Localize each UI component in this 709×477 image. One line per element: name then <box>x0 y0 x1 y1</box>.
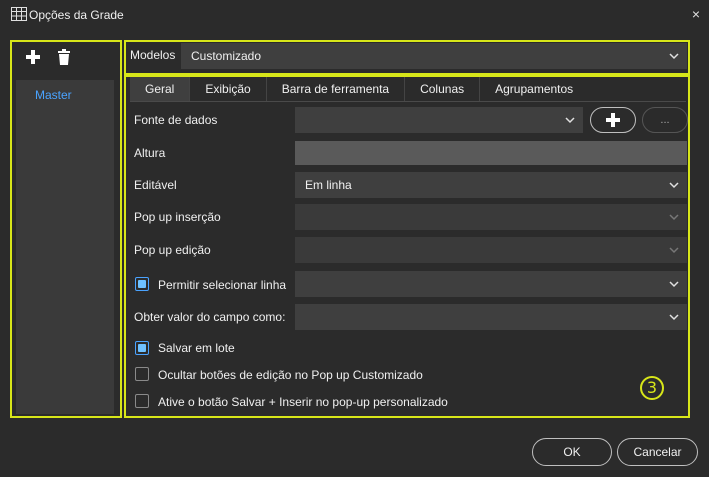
models-label: Modelos <box>130 48 176 62</box>
editable-select[interactable]: Em linha <box>295 172 687 198</box>
editable-value: Em linha <box>305 178 352 192</box>
trash-icon[interactable] <box>55 48 73 66</box>
models-select[interactable]: Customizado <box>181 43 687 69</box>
save-batch-label: Salvar em lote <box>158 341 235 355</box>
more-options-button[interactable]: ... <box>642 107 688 133</box>
chevron-down-icon <box>669 314 679 321</box>
popup-insert-select[interactable] <box>295 204 687 230</box>
chevron-down-icon <box>669 182 679 189</box>
grid-list-panel: Master <box>16 80 114 414</box>
popup-edit-label: Pop up edição <box>134 243 211 257</box>
data-source-label: Fonte de dados <box>134 113 218 127</box>
select-row-label: Permitir selecionar linha <box>158 278 287 292</box>
height-label: Altura <box>134 146 166 160</box>
plus-icon[interactable] <box>24 48 42 66</box>
tab-colunas[interactable]: Colunas <box>405 77 481 101</box>
list-item-master[interactable]: Master <box>35 88 72 102</box>
select-row-checkbox[interactable] <box>135 277 149 291</box>
models-value: Customizado <box>191 49 262 63</box>
height-input[interactable] <box>295 141 687 165</box>
plus-icon <box>606 113 620 127</box>
tab-divider <box>130 101 686 102</box>
field-value-label: Obter valor do campo como: <box>134 310 286 324</box>
annotation-marker-3: 3 <box>640 376 664 400</box>
window-title: Opções da Grade <box>29 8 124 22</box>
editable-label: Editável <box>134 178 177 192</box>
cancel-button[interactable]: Cancelar <box>617 438 698 466</box>
hide-edit-buttons-checkbox[interactable] <box>135 367 149 381</box>
tab-exibicao[interactable]: Exibição <box>190 77 267 101</box>
close-icon[interactable]: × <box>692 6 700 22</box>
chevron-down-icon <box>565 117 575 124</box>
chevron-down-icon <box>669 53 679 60</box>
chevron-down-icon <box>669 214 679 221</box>
grid-icon <box>11 7 27 21</box>
ok-button[interactable]: OK <box>532 438 612 466</box>
popup-edit-select[interactable] <box>295 237 687 263</box>
tab-bar: Geral Exibição Barra de ferramenta Colun… <box>130 77 588 101</box>
tab-agrupamentos[interactable]: Agrupamentos <box>480 77 588 101</box>
popup-insert-label: Pop up inserção <box>134 210 221 224</box>
field-value-select[interactable] <box>295 304 687 330</box>
chevron-down-icon <box>669 281 679 288</box>
title-bar: Opções da Grade × <box>0 0 709 30</box>
save-insert-label: Ative o botão Salvar + Inserir no pop-up… <box>158 395 448 409</box>
data-source-select[interactable] <box>295 107 583 133</box>
save-insert-checkbox[interactable] <box>135 394 149 408</box>
select-row-select[interactable] <box>295 271 687 297</box>
hide-edit-buttons-label: Ocultar botões de edição no Pop up Custo… <box>158 368 423 382</box>
save-batch-checkbox[interactable] <box>135 341 149 355</box>
left-toolbar <box>16 44 114 74</box>
chevron-down-icon <box>669 247 679 254</box>
tab-barra-de-ferramenta[interactable]: Barra de ferramenta <box>267 77 406 101</box>
tab-geral[interactable]: Geral <box>130 77 191 101</box>
add-data-source-button[interactable] <box>590 107 636 133</box>
